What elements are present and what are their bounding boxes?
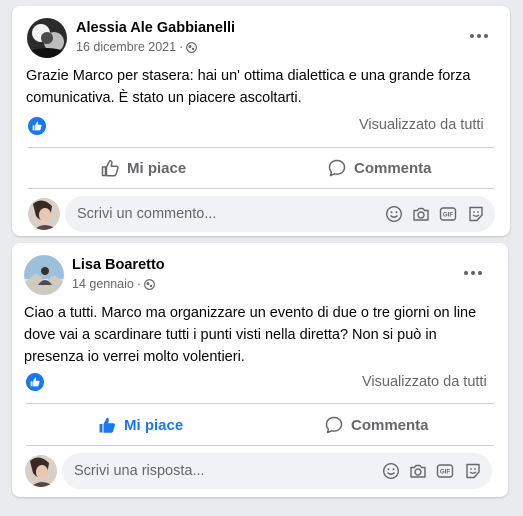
divider (28, 188, 494, 189)
emoji-icon[interactable] (385, 205, 403, 223)
thumbs-up-icon (101, 159, 119, 177)
gif-icon[interactable]: GIF (436, 462, 454, 480)
globe-icon (144, 278, 155, 290)
post-card-2: Lisa Boaretto 14 gennaio · Ciao a tutti.… (12, 243, 508, 497)
camera-icon[interactable] (409, 462, 427, 480)
like-label: Mi piace (124, 416, 184, 434)
globe-icon (186, 41, 198, 53)
author-avatar[interactable] (27, 18, 67, 58)
gif-label: GIF (440, 469, 451, 476)
post-meta: 14 gennaio · (72, 277, 155, 291)
seen-by-label: Visualizzato da tutti (359, 117, 484, 133)
comment-composer: GIF (65, 196, 495, 232)
comment-button[interactable]: Commenta (327, 154, 432, 182)
author-name[interactable]: Alessia Ale Gabbianelli (76, 20, 235, 36)
comment-icon (328, 159, 346, 177)
comment-label: Commenta (351, 416, 429, 434)
reply-composer: GIF (62, 453, 492, 489)
more-options-button[interactable] (465, 26, 493, 46)
comment-input[interactable] (77, 196, 317, 232)
divider (28, 147, 494, 148)
comment-label: Commenta (354, 159, 432, 177)
like-reaction-icon[interactable] (28, 117, 46, 135)
divider (26, 403, 494, 404)
user-avatar[interactable] (25, 455, 57, 487)
post-text: Ciao a tutti. Marco ma organizzare un ev… (24, 305, 477, 365)
post-date[interactable]: 16 dicembre 2021 (76, 40, 176, 54)
post-text: Grazie Marco per stasera: hai un' ottima… (26, 68, 471, 106)
thumbs-up-icon (99, 417, 115, 433)
sticker-icon[interactable] (467, 205, 485, 223)
like-button[interactable]: Mi piace (97, 411, 183, 439)
reply-input[interactable] (74, 453, 314, 489)
meta-separator: · (179, 40, 184, 54)
comment-button[interactable]: Commenta (324, 411, 429, 439)
post-card-1: Alessia Ale Gabbianelli 16 dicembre 2021… (12, 6, 510, 236)
post-date[interactable]: 14 gennaio (72, 277, 134, 291)
author-avatar[interactable] (24, 255, 64, 295)
comment-icon (325, 416, 343, 434)
divider (26, 445, 494, 446)
like-label: Mi piace (127, 159, 187, 177)
like-reaction-icon[interactable] (26, 373, 44, 391)
more-options-button[interactable] (459, 263, 487, 283)
camera-icon[interactable] (412, 205, 430, 223)
gif-icon[interactable]: GIF (439, 205, 457, 223)
meta-separator: · (136, 277, 142, 291)
user-avatar[interactable] (28, 198, 60, 230)
post-meta: 16 dicembre 2021 · (76, 40, 198, 54)
seen-by-label: Visualizzato da tutti (362, 374, 487, 390)
author-name[interactable]: Lisa Boaretto (72, 257, 165, 273)
sticker-icon[interactable] (464, 462, 482, 480)
like-button[interactable]: Mi piace (100, 154, 186, 182)
emoji-icon[interactable] (382, 462, 400, 480)
gif-label: GIF (443, 212, 454, 219)
